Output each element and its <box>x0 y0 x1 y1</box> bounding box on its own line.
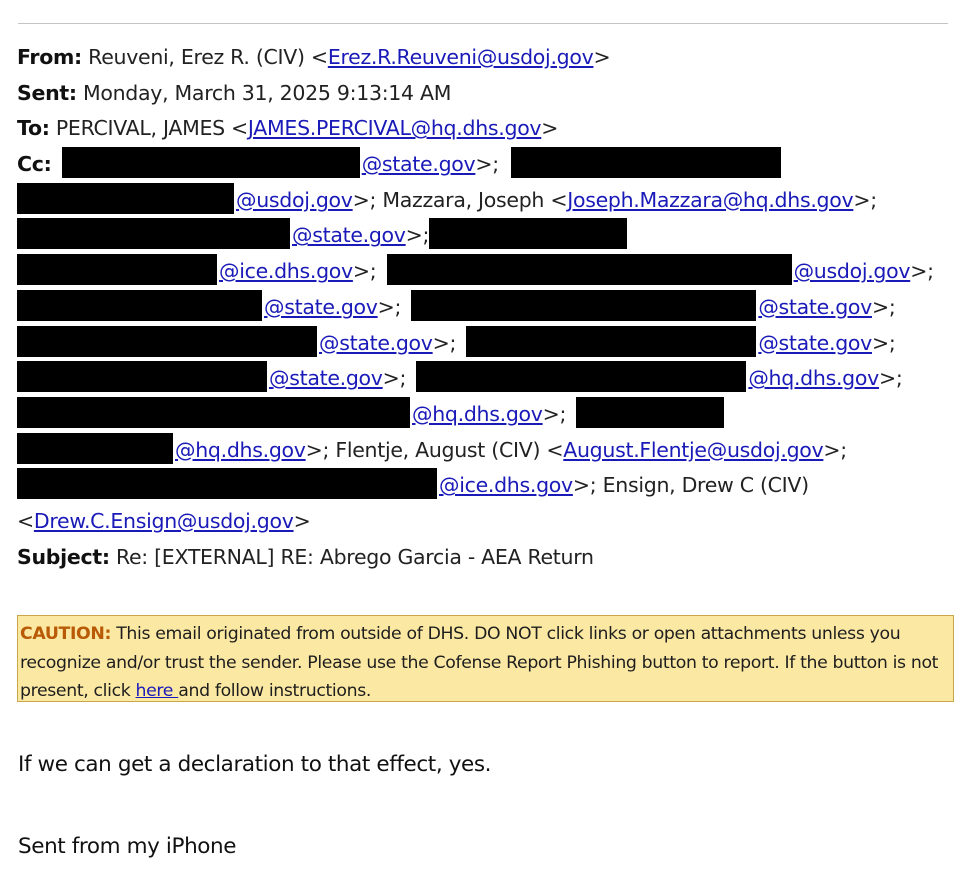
to-close: > <box>541 116 559 141</box>
cc-email-link[interactable]: @state.gov <box>319 331 433 355</box>
cc-email-link[interactable]: August.Flentje@usdoj.gov <box>563 438 823 462</box>
cc-separator: >; <box>377 294 402 319</box>
cc-separator: >; <box>352 259 377 284</box>
cc-label: Cc: <box>17 152 52 177</box>
redaction-bar <box>61 147 360 179</box>
cc-separator: >; <box>853 187 877 212</box>
subject-value: Re: [EXTERNAL] RE: Abrego Garcia - AEA R… <box>115 544 594 569</box>
redaction-bar <box>17 468 437 500</box>
cc-email-link[interactable]: @state.gov <box>264 295 378 319</box>
sent-label: Sent: <box>17 80 77 105</box>
redaction-bar <box>416 361 747 393</box>
redaction-bar <box>17 218 290 250</box>
cc-line-11: <Drew.C.Ensign@usdoj.gov> <box>17 504 967 540</box>
to-label: To: <box>17 116 50 141</box>
cc-separator: >; <box>542 401 567 426</box>
cc-email-link[interactable]: @ice.dhs.gov <box>219 259 353 283</box>
cc-separator: > <box>352 187 370 212</box>
caution-label: CAUTION: <box>20 624 112 644</box>
cc-recipient-name: ; Mazzara, Joseph < <box>369 187 568 212</box>
to-email-link[interactable]: JAMES.PERCIVAL@hq.dhs.gov <box>248 116 542 140</box>
cc-email-link[interactable]: @state.gov <box>362 152 476 176</box>
from-label: From: <box>17 45 82 69</box>
top-divider <box>18 23 948 24</box>
caution-here-link[interactable]: here <box>136 681 179 701</box>
subject-line: Subject: Re: [EXTERNAL] RE: Abrego Garci… <box>17 540 967 576</box>
subject-label: Subject: <box>17 544 110 569</box>
cc-line-2: @usdoj.gov>; Mazzara, Joseph <Joseph.Maz… <box>17 182 967 219</box>
redaction-bar <box>386 254 792 286</box>
sent-value: Monday, March 31, 2025 9:13:14 AM <box>82 80 452 105</box>
redaction-bar <box>511 147 782 179</box>
from-name: Reuveni, Erez R. (CIV) < <box>88 45 328 69</box>
cc-recipient-name: ; Ensign, Drew C (CIV) <box>589 473 809 498</box>
redaction-bar <box>17 396 410 428</box>
cc-email-link[interactable]: @state.gov <box>758 295 872 319</box>
message-body-line: If we can get a declaration to that effe… <box>18 752 492 777</box>
cc-separator: > <box>293 508 311 533</box>
signature-line: Sent from my iPhone <box>18 834 237 859</box>
cc-separator: >; <box>878 366 903 391</box>
redaction-bar <box>17 432 173 464</box>
redaction-bar <box>17 289 262 321</box>
redaction-bar <box>17 254 217 286</box>
cc-open: < <box>17 508 34 533</box>
cc-email-link[interactable]: @usdoj.gov <box>236 188 353 212</box>
cc-line-3: @state.gov>; <box>17 218 967 254</box>
cc-separator: > <box>305 437 323 462</box>
caution-text-end: and follow instructions. <box>178 681 371 701</box>
email-header: From: Reuveni, Erez R. (CIV) <Erez.R.Reu… <box>17 40 967 575</box>
cc-line-8: @hq.dhs.gov>; <box>17 396 967 433</box>
cc-line-4: @ice.dhs.gov>; @usdoj.gov>; <box>17 254 967 290</box>
cc-separator: >; <box>871 330 896 355</box>
cc-email-link[interactable]: @hq.dhs.gov <box>175 438 306 462</box>
redaction-bar <box>576 396 725 428</box>
cc-separator: >; <box>382 366 407 391</box>
to-line: To: PERCIVAL, JAMES <JAMES.PERCIVAL@hq.d… <box>17 111 967 147</box>
cc-email-link[interactable]: @usdoj.gov <box>794 259 911 283</box>
caution-banner: CAUTION: This email originated from outs… <box>17 615 954 702</box>
cc-email-link[interactable]: @hq.dhs.gov <box>748 366 879 390</box>
cc-separator: >; <box>432 330 457 355</box>
cc-email-link[interactable]: @hq.dhs.gov <box>412 402 543 426</box>
cc-separator: >; <box>871 294 896 319</box>
cc-recipient-name: ; Flentje, August (CIV) < <box>322 437 564 462</box>
cc-email-link[interactable]: @state.gov <box>292 223 406 247</box>
to-name: PERCIVAL, JAMES < <box>55 116 248 141</box>
cc-separator: >; <box>405 223 430 248</box>
from-email-link[interactable]: Erez.R.Reuveni@usdoj.gov <box>328 45 594 69</box>
cc-line-9: @hq.dhs.gov>; Flentje, August (CIV) <Aug… <box>17 432 967 469</box>
sent-line: Sent: Monday, March 31, 2025 9:13:14 AM <box>17 76 967 112</box>
from-close: > <box>593 45 611 69</box>
cc-line-1: Cc: @state.gov>; <box>17 147 967 183</box>
redaction-bar <box>17 182 234 214</box>
redaction-bar <box>17 361 267 393</box>
from-line: From: Reuveni, Erez R. (CIV) <Erez.R.Reu… <box>17 40 967 76</box>
cc-email-link[interactable]: @state.gov <box>758 331 872 355</box>
redaction-bar <box>466 325 757 357</box>
cc-separator: >; <box>475 152 499 177</box>
cc-email-link[interactable]: @ice.dhs.gov <box>439 473 573 497</box>
cc-line-6: @state.gov>; @state.gov>; <box>17 325 967 362</box>
cc-separator: > <box>572 473 590 498</box>
cc-line-10: @ice.dhs.gov>; Ensign, Drew C (CIV) <box>17 468 967 504</box>
cc-line-7: @state.gov>; @hq.dhs.gov>; <box>17 361 967 397</box>
redaction-bar <box>411 289 757 321</box>
cc-separator: >; <box>910 259 934 284</box>
redaction-bar <box>17 325 317 357</box>
cc-email-link[interactable]: Joseph.Mazzara@hq.dhs.gov <box>567 188 853 212</box>
cc-email-link[interactable]: @state.gov <box>269 366 383 390</box>
cc-email-link[interactable]: Drew.C.Ensign@usdoj.gov <box>34 509 294 533</box>
redaction-bar <box>429 218 628 250</box>
cc-line-5: @state.gov>; @state.gov>; <box>17 289 967 326</box>
cc-separator: >; <box>823 437 847 462</box>
